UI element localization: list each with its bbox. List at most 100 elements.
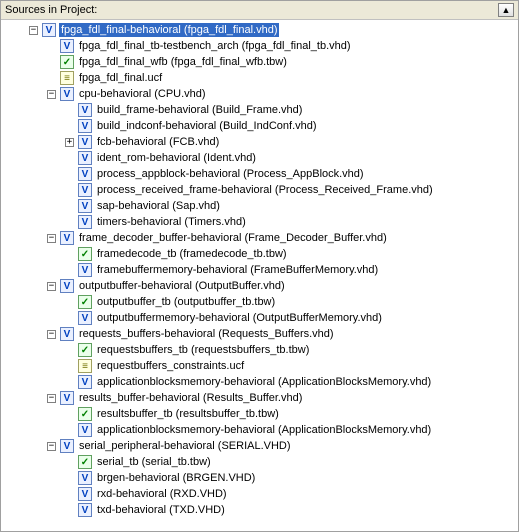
tree-row[interactable]: −Vframe_decoder_buffer-behavioral (Frame… bbox=[3, 230, 518, 246]
tree-connector bbox=[65, 490, 74, 499]
vhdl-file-icon: V bbox=[60, 439, 74, 453]
tree-row[interactable]: Vbuild_frame-behavioral (Build_Frame.vhd… bbox=[3, 102, 518, 118]
collapse-icon[interactable]: − bbox=[47, 330, 56, 339]
tree-row[interactable]: ≡fpga_fdl_final.ucf bbox=[3, 70, 518, 86]
tree-row[interactable]: −Vserial_peripheral-behavioral (SERIAL.V… bbox=[3, 438, 518, 454]
tree-connector bbox=[65, 458, 74, 467]
indent bbox=[3, 182, 65, 198]
collapse-icon[interactable]: − bbox=[47, 90, 56, 99]
tree-connector bbox=[65, 410, 74, 419]
tree-item-label[interactable]: txd-behavioral (TXD.VHD) bbox=[95, 503, 227, 517]
indent bbox=[3, 22, 29, 38]
tree-item-label[interactable]: cpu-behavioral (CPU.vhd) bbox=[77, 87, 208, 101]
ucf-file-icon: ≡ bbox=[78, 359, 92, 373]
tree-connector bbox=[65, 426, 74, 435]
collapse-icon[interactable]: − bbox=[47, 282, 56, 291]
scroll-up-icon[interactable]: ▲ bbox=[498, 3, 514, 17]
tree-row[interactable]: Vident_rom-behavioral (Ident.vhd) bbox=[3, 150, 518, 166]
tree-item-label[interactable]: requests_buffers-behavioral (Requests_Bu… bbox=[77, 327, 336, 341]
tree-item-label[interactable]: outputbuffer-behavioral (OutputBuffer.vh… bbox=[77, 279, 287, 293]
tree-row[interactable]: Vtxd-behavioral (TXD.VHD) bbox=[3, 502, 518, 518]
tree-item-label[interactable]: framedecode_tb (framedecode_tb.tbw) bbox=[95, 247, 289, 261]
expand-icon[interactable]: + bbox=[65, 138, 74, 147]
tree-item-label[interactable]: fpga_fdl_final.ucf bbox=[77, 71, 164, 85]
tree-item-label[interactable]: serial_peripheral-behavioral (SERIAL.VHD… bbox=[77, 439, 293, 453]
tree-connector bbox=[65, 250, 74, 259]
tree-row[interactable]: ✓serial_tb (serial_tb.tbw) bbox=[3, 454, 518, 470]
collapse-icon[interactable]: − bbox=[47, 394, 56, 403]
tree-item-label[interactable]: process_received_frame-behavioral (Proce… bbox=[95, 183, 435, 197]
tree-item-label[interactable]: fpga_fdl_final_wfb (fpga_fdl_final_wfb.t… bbox=[77, 55, 289, 69]
collapse-icon[interactable]: − bbox=[29, 26, 38, 35]
tree-item-label[interactable]: rxd-behavioral (RXD.VHD) bbox=[95, 487, 229, 501]
tree-item-label[interactable]: requestsbuffers_tb (requestsbuffers_tb.t… bbox=[95, 343, 311, 357]
tree-row[interactable]: Vapplicationblocksmemory-behavioral (App… bbox=[3, 374, 518, 390]
tree-item-label[interactable]: fcb-behavioral (FCB.vhd) bbox=[95, 135, 221, 149]
vhdl-file-icon: V bbox=[78, 311, 92, 325]
tree-row[interactable]: ✓resultsbuffer_tb (resultsbuffer_tb.tbw) bbox=[3, 406, 518, 422]
tree-row[interactable]: ≡requestbuffers_constraints.ucf bbox=[3, 358, 518, 374]
tree-row[interactable]: −Vcpu-behavioral (CPU.vhd) bbox=[3, 86, 518, 102]
tree-item-label[interactable]: framebuffermemory-behavioral (FrameBuffe… bbox=[95, 263, 380, 277]
tree-item-label[interactable]: serial_tb (serial_tb.tbw) bbox=[95, 455, 213, 469]
tree-item-label[interactable]: fpga_fdl_final_tb-testbench_arch (fpga_f… bbox=[77, 39, 353, 53]
tree-row[interactable]: Vbrgen-behavioral (BRGEN.VHD) bbox=[3, 470, 518, 486]
tree-row[interactable]: ✓framedecode_tb (framedecode_tb.tbw) bbox=[3, 246, 518, 262]
collapse-icon[interactable]: − bbox=[47, 442, 56, 451]
tree-item-label[interactable]: process_appblock-behavioral (Process_App… bbox=[95, 167, 366, 181]
indent bbox=[3, 342, 65, 358]
indent bbox=[3, 310, 65, 326]
vhdl-file-icon: V bbox=[60, 327, 74, 341]
tree-item-label[interactable]: sap-behavioral (Sap.vhd) bbox=[95, 199, 222, 213]
vhdl-file-icon: V bbox=[78, 151, 92, 165]
tree-row[interactable]: Vrxd-behavioral (RXD.VHD) bbox=[3, 486, 518, 502]
tree-row[interactable]: Voutputbuffermemory-behavioral (OutputBu… bbox=[3, 310, 518, 326]
tree-item-label[interactable]: applicationblocksmemory-behavioral (Appl… bbox=[95, 375, 433, 389]
tree-item-label[interactable]: build_frame-behavioral (Build_Frame.vhd) bbox=[95, 103, 304, 117]
tree-item-label[interactable]: timers-behavioral (Timers.vhd) bbox=[95, 215, 248, 229]
tree-item-label[interactable]: requestbuffers_constraints.ucf bbox=[95, 359, 246, 373]
tree-row[interactable]: Vprocess_received_frame-behavioral (Proc… bbox=[3, 182, 518, 198]
tree-row[interactable]: ✓outputbuffer_tb (outputbuffer_tb.tbw) bbox=[3, 294, 518, 310]
indent bbox=[3, 374, 65, 390]
tree-item-label[interactable]: outputbuffermemory-behavioral (OutputBuf… bbox=[95, 311, 384, 325]
tree-row[interactable]: Vtimers-behavioral (Timers.vhd) bbox=[3, 214, 518, 230]
vhdl-file-icon: V bbox=[60, 39, 74, 53]
tree-row[interactable]: Vsap-behavioral (Sap.vhd) bbox=[3, 198, 518, 214]
tree-row[interactable]: Vbuild_indconf-behavioral (Build_IndConf… bbox=[3, 118, 518, 134]
tree-item-label[interactable]: build_indconf-behavioral (Build_IndConf.… bbox=[95, 119, 319, 133]
tree-item-label[interactable]: outputbuffer_tb (outputbuffer_tb.tbw) bbox=[95, 295, 277, 309]
indent bbox=[3, 150, 65, 166]
tree-row[interactable]: Vfpga_fdl_final_tb-testbench_arch (fpga_… bbox=[3, 38, 518, 54]
tree-item-label[interactable]: applicationblocksmemory-behavioral (Appl… bbox=[95, 423, 433, 437]
indent bbox=[3, 454, 65, 470]
tree-row[interactable]: −Vfpga_fdl_final-behavioral (fpga_fdl_fi… bbox=[3, 22, 518, 38]
tree-row[interactable]: −Vresults_buffer-behavioral (Results_Buf… bbox=[3, 390, 518, 406]
indent bbox=[3, 470, 65, 486]
tree-item-label[interactable]: fpga_fdl_final-behavioral (fpga_fdl_fina… bbox=[59, 23, 279, 37]
tree-row[interactable]: ✓fpga_fdl_final_wfb (fpga_fdl_final_wfb.… bbox=[3, 54, 518, 70]
indent bbox=[3, 198, 65, 214]
tree-connector bbox=[65, 106, 74, 115]
tree-row[interactable]: Vprocess_appblock-behavioral (Process_Ap… bbox=[3, 166, 518, 182]
tree-row[interactable]: +Vfcb-behavioral (FCB.vhd) bbox=[3, 134, 518, 150]
indent bbox=[3, 102, 65, 118]
tree-item-label[interactable]: brgen-behavioral (BRGEN.VHD) bbox=[95, 471, 257, 485]
indent bbox=[3, 86, 47, 102]
collapse-icon[interactable]: − bbox=[47, 234, 56, 243]
indent bbox=[3, 438, 47, 454]
tree-row[interactable]: −Vrequests_buffers-behavioral (Requests_… bbox=[3, 326, 518, 342]
tree-item-label[interactable]: resultsbuffer_tb (resultsbuffer_tb.tbw) bbox=[95, 407, 281, 421]
tree-row[interactable]: Vframebuffermemory-behavioral (FrameBuff… bbox=[3, 262, 518, 278]
tree-connector bbox=[47, 58, 56, 67]
vhdl-file-icon: V bbox=[78, 487, 92, 501]
indent bbox=[3, 118, 65, 134]
source-tree[interactable]: −Vfpga_fdl_final-behavioral (fpga_fdl_fi… bbox=[1, 20, 518, 531]
tree-item-label[interactable]: results_buffer-behavioral (Results_Buffe… bbox=[77, 391, 304, 405]
tree-item-label[interactable]: frame_decoder_buffer-behavioral (Frame_D… bbox=[77, 231, 389, 245]
tree-row[interactable]: Vapplicationblocksmemory-behavioral (App… bbox=[3, 422, 518, 438]
tree-row[interactable]: −Voutputbuffer-behavioral (OutputBuffer.… bbox=[3, 278, 518, 294]
tree-row[interactable]: ✓requestsbuffers_tb (requestsbuffers_tb.… bbox=[3, 342, 518, 358]
tree-item-label[interactable]: ident_rom-behavioral (Ident.vhd) bbox=[95, 151, 258, 165]
testbench-file-icon: ✓ bbox=[78, 247, 92, 261]
